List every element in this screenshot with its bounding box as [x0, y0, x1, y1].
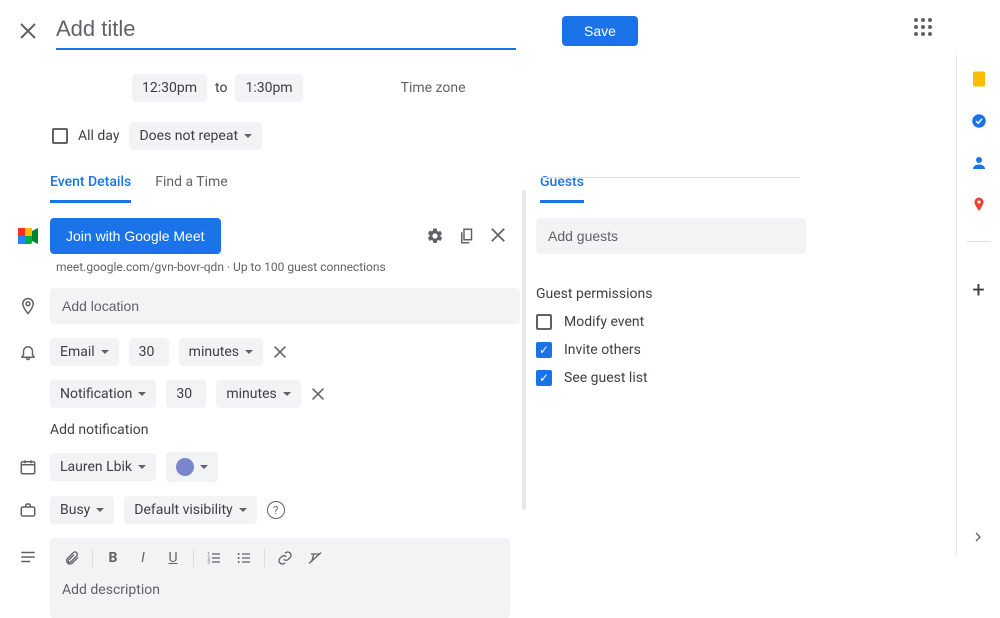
chevron-down-icon	[138, 392, 146, 396]
bold-icon[interactable]: B	[99, 544, 127, 572]
meet-subtext: meet.google.com/gvn-bovr-qdn · Up to 100…	[56, 260, 520, 274]
calendar-owner-dropdown[interactable]: Lauren Lbik	[50, 453, 156, 481]
add-notification-link[interactable]: Add notification	[50, 422, 520, 438]
to-label: to	[215, 80, 227, 96]
invite-others-label: Invite others	[564, 342, 641, 358]
numbered-list-icon[interactable]: 123	[200, 544, 228, 572]
visibility-dropdown[interactable]: Default visibility	[124, 496, 256, 524]
google-apps-icon[interactable]	[914, 18, 938, 42]
remove-notif-2[interactable]	[311, 387, 325, 401]
column-divider	[522, 190, 526, 510]
side-divider	[967, 241, 991, 242]
repeat-label: Does not repeat	[139, 128, 238, 144]
collapse-side-icon[interactable]	[970, 529, 986, 545]
guests-underline	[540, 177, 800, 178]
maps-icon[interactable]	[969, 195, 989, 215]
notif-method-2[interactable]: Notification	[50, 380, 156, 408]
clear-format-icon[interactable]	[301, 544, 329, 572]
description-textarea[interactable]: Add description	[50, 578, 510, 618]
chevron-down-icon	[138, 465, 146, 469]
description-icon	[16, 548, 40, 566]
location-input[interactable]	[50, 288, 520, 324]
see-guest-list-checkbox[interactable]	[536, 370, 552, 386]
tab-event-details[interactable]: Event Details	[50, 174, 131, 203]
tasks-icon[interactable]	[969, 111, 989, 131]
join-meet-button[interactable]: Join with Google Meet	[50, 218, 221, 254]
repeat-dropdown[interactable]: Does not repeat	[129, 122, 262, 150]
allday-label: All day	[78, 128, 119, 144]
chevron-down-icon	[283, 392, 291, 396]
copy-icon[interactable]	[458, 227, 476, 245]
add-addon-icon[interactable]: +	[969, 280, 989, 300]
tab-find-time[interactable]: Find a Time	[155, 174, 228, 203]
notification-bell-icon	[16, 343, 40, 361]
busy-dropdown[interactable]: Busy	[50, 496, 114, 524]
bullet-list-icon[interactable]	[230, 544, 258, 572]
meet-settings-icon[interactable]	[426, 227, 444, 245]
attach-icon[interactable]	[58, 544, 86, 572]
help-icon[interactable]: ?	[267, 501, 285, 519]
chevron-down-icon	[239, 508, 247, 512]
allday-checkbox[interactable]	[52, 128, 68, 144]
timezone-link[interactable]: Time zone	[401, 80, 466, 96]
side-panel: +	[956, 55, 1000, 555]
chevron-down-icon	[200, 465, 208, 469]
meet-icon	[16, 228, 40, 244]
italic-icon[interactable]: I	[129, 544, 157, 572]
description-toolbar: B I U 123	[50, 538, 510, 578]
notif-value-2[interactable]: 30	[166, 380, 206, 408]
guest-permissions-title: Guest permissions	[536, 286, 806, 302]
keep-icon[interactable]	[969, 69, 989, 89]
start-time[interactable]: 12:30pm	[132, 74, 207, 102]
see-guest-list-label: See guest list	[564, 370, 648, 386]
svg-text:3: 3	[207, 559, 210, 565]
close-icon[interactable]	[16, 19, 40, 43]
notif-unit-2[interactable]: minutes	[216, 380, 300, 408]
chevron-down-icon	[96, 508, 104, 512]
remove-meet-icon[interactable]	[490, 227, 506, 245]
chevron-down-icon	[245, 350, 253, 354]
underline-icon[interactable]: U	[159, 544, 187, 572]
contacts-icon[interactable]	[969, 153, 989, 173]
calendar-color-dropdown[interactable]	[166, 452, 218, 482]
end-time[interactable]: 1:30pm	[235, 74, 302, 102]
notif-method-1[interactable]: Email	[50, 338, 119, 366]
add-guests-input[interactable]	[536, 218, 806, 254]
calendar-color-swatch	[176, 458, 194, 476]
chevron-down-icon	[244, 134, 252, 138]
calendar-icon	[16, 458, 40, 476]
notif-value-1[interactable]: 30	[129, 338, 169, 366]
tab-guests[interactable]: Guests	[540, 174, 584, 203]
location-icon	[16, 297, 40, 315]
link-icon[interactable]	[271, 544, 299, 572]
title-input[interactable]	[56, 12, 516, 50]
modify-event-label: Modify event	[564, 314, 644, 330]
chevron-down-icon	[101, 350, 109, 354]
briefcase-icon	[16, 501, 40, 519]
remove-notif-1[interactable]	[273, 345, 287, 359]
invite-others-checkbox[interactable]	[536, 342, 552, 358]
modify-event-checkbox[interactable]	[536, 314, 552, 330]
save-button[interactable]: Save	[562, 16, 638, 46]
notif-unit-1[interactable]: minutes	[179, 338, 263, 366]
